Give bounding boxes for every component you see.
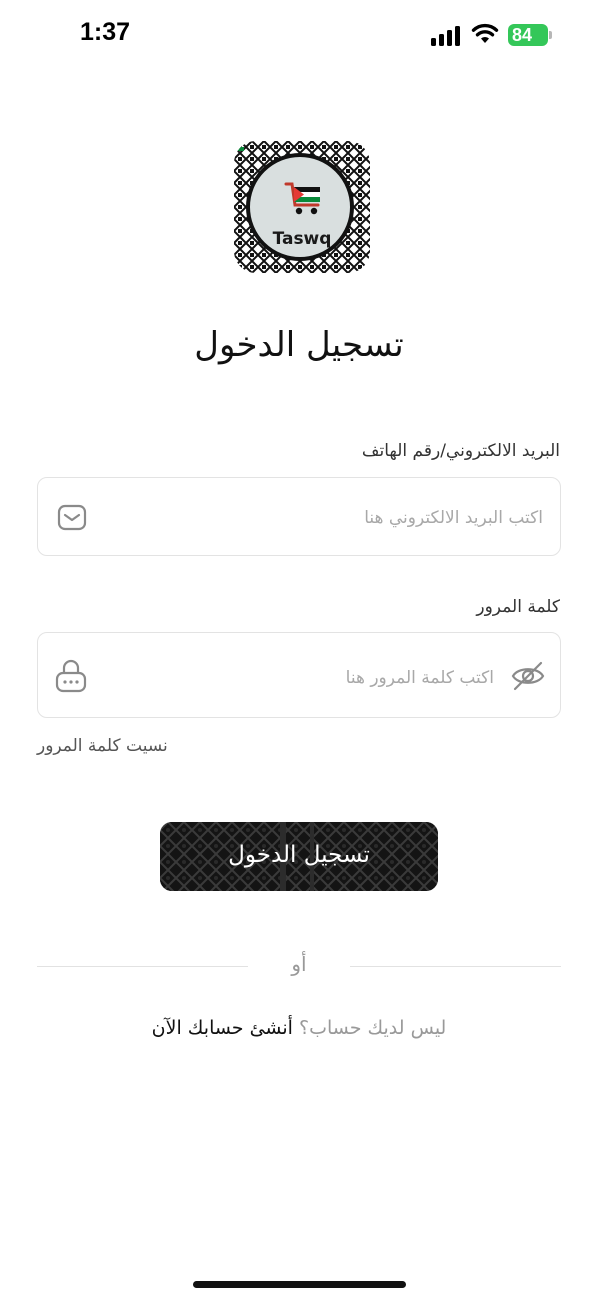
signup-row: ليس لديك حساب؟ أنشئ حسابك الآن bbox=[0, 1017, 598, 1039]
login-button-label: تسجيل الدخول bbox=[228, 842, 370, 868]
cart-flag-icon bbox=[284, 182, 320, 215]
battery-indicator: 84 bbox=[508, 24, 548, 46]
create-account-link[interactable]: أنشئ حسابك الآن bbox=[152, 1017, 293, 1039]
cellular-signal-icon bbox=[431, 26, 463, 46]
password-field[interactable]: اكتب كلمة المرور هنا bbox=[37, 632, 561, 718]
home-indicator bbox=[193, 1281, 406, 1288]
email-placeholder: اكتب البريد الالكتروني هنا bbox=[364, 508, 543, 528]
status-time: 1:37 bbox=[80, 18, 131, 46]
logo-text: Taswq bbox=[272, 229, 332, 249]
page-title: تسجيل الدخول bbox=[194, 325, 404, 365]
app-logo: Taswq bbox=[234, 141, 370, 273]
wifi-icon bbox=[471, 23, 499, 43]
battery-level: 84 bbox=[512, 25, 533, 45]
signup-question: ليس لديك حساب؟ bbox=[299, 1017, 447, 1039]
battery-cap bbox=[549, 31, 552, 39]
forgot-password-link[interactable]: نسيت كلمة المرور bbox=[37, 736, 168, 756]
eye-off-icon[interactable] bbox=[510, 659, 546, 693]
lock-icon bbox=[55, 659, 87, 693]
divider-line-right bbox=[350, 966, 561, 967]
password-label: كلمة المرور bbox=[476, 597, 560, 617]
password-placeholder: اكتب كلمة المرور هنا bbox=[345, 668, 494, 688]
or-text: أو bbox=[291, 952, 307, 976]
mail-icon bbox=[57, 504, 87, 531]
email-label: البريد الالكتروني/رقم الهاتف bbox=[361, 441, 560, 461]
status-bar: 1:37 84 bbox=[0, 0, 598, 72]
email-field[interactable]: اكتب البريد الالكتروني هنا bbox=[37, 477, 561, 556]
login-button[interactable]: تسجيل الدخول bbox=[160, 822, 438, 891]
